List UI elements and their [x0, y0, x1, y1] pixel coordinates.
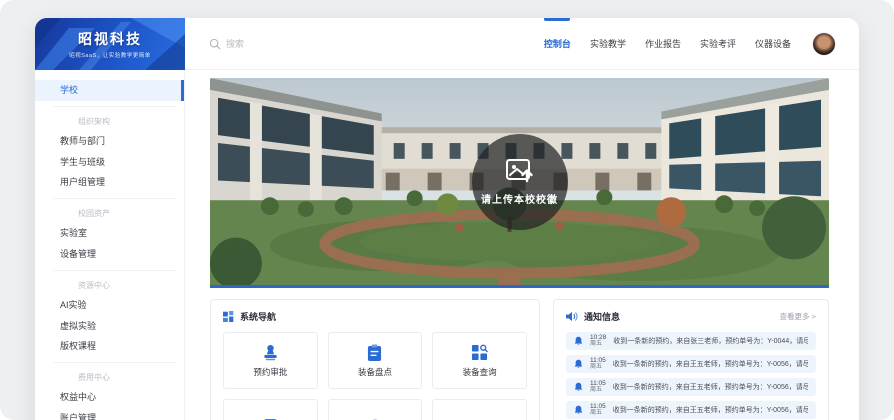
sidebar-item[interactable]: 权益中心	[35, 387, 184, 408]
search-box[interactable]	[209, 38, 336, 50]
sidebar-item[interactable]: AI实验	[35, 295, 184, 316]
nav-card-partial[interactable]	[432, 399, 527, 420]
notice-time: 11:05 周五	[590, 403, 606, 417]
dashboard-panels: 系统导航 预约审批	[210, 299, 829, 420]
nav-card-partial[interactable]	[328, 399, 423, 420]
brand-tagline: 昭视SaaS，让实验教学更简单	[69, 51, 150, 59]
system-nav-header: 系统导航	[223, 310, 527, 323]
sidebar-item[interactable]: 账户管理	[35, 408, 184, 420]
notification-row[interactable]: 11:05 周五 收到一条新的预约，来自王五老师，预约单号为：Y-0056，请尽…	[566, 378, 816, 396]
sidebar-item[interactable]: 学校	[35, 80, 184, 101]
sidebar-item[interactable]: 教师与部门	[35, 131, 184, 152]
app-window: 昭视科技 昭视SaaS，让实验教学更简单 控制台实验教学作业报告实验考评仪器设备…	[35, 18, 859, 420]
user-avatar[interactable]	[813, 33, 835, 55]
nav-card-inventory[interactable]: 装备盘点	[328, 332, 423, 389]
notifications-panel: 通知信息 查看更多 > 10:28 周五 收到一条新的预约，来自张三老师，预约单…	[553, 299, 829, 420]
sidebar-section-label: 校园资产	[53, 198, 176, 223]
nav-card-label: 装备查询	[463, 366, 497, 378]
image-upload-icon	[505, 158, 535, 184]
nav-card-partial[interactable]	[223, 399, 318, 420]
nav-card-grid: 预约审批 装备盘点	[223, 332, 527, 420]
upload-school-badge-button[interactable]: 请上传本校校徽	[472, 134, 568, 230]
notification-row[interactable]: 11:05 周五 收到一条新的预约，来自王五老师，预约单号为：Y-0056，请尽…	[566, 355, 816, 373]
nav-tab[interactable]: 控制台	[544, 18, 571, 70]
brand-logo[interactable]: 昭视科技 昭视SaaS，让实验教学更简单	[35, 18, 185, 70]
notification-row[interactable]: 10:28 周五 收到一条新的预约，来自张三老师，预约单号为：Y-0044，请尽…	[566, 332, 816, 350]
notification-row[interactable]: 11:05 周五 收到一条新的预约，来自王五老师，预约单号为：Y-0056，请尽…	[566, 401, 816, 419]
notice-message: 收到一条新的预约，来自张三老师，预约单号为：Y-0044，请尽快处理。	[613, 336, 808, 346]
sidebar-item[interactable]: 学生与班级	[35, 152, 184, 173]
notice-message: 收到一条新的预约，来自王五老师，预约单号为：Y-0056，请尽快处理。	[613, 405, 808, 415]
speaker-icon	[566, 311, 578, 322]
sidebar-menu: 学校组织架构教师与部门学生与班级用户组管理校园资产实验室设备管理资源中心AI实验…	[35, 70, 185, 420]
search-icon	[209, 38, 221, 50]
upload-hint-text: 请上传本校校徽	[481, 191, 558, 206]
bell-icon	[574, 405, 583, 415]
nav-tab[interactable]: 实验考评	[700, 18, 736, 70]
screenshot-root: 昭视科技 昭视SaaS，让实验教学更简单 控制台实验教学作业报告实验考评仪器设备…	[0, 0, 894, 420]
sidebar-item[interactable]: 实验室	[35, 223, 184, 244]
header: 控制台实验教学作业报告实验考评仪器设备	[185, 18, 859, 70]
top-bar: 昭视科技 昭视SaaS，让实验教学更简单 控制台实验教学作业报告实验考评仪器设备	[35, 18, 859, 70]
notice-time: 11:05 周五	[590, 357, 606, 371]
system-nav-panel: 系统导航 预约审批	[210, 299, 540, 420]
nav-card-query[interactable]: 装备查询	[432, 332, 527, 389]
view-more-link[interactable]: 查看更多 >	[780, 311, 816, 322]
nav-card-approval[interactable]: 预约审批	[223, 332, 318, 389]
bell-icon	[574, 359, 583, 369]
sidebar-item[interactable]: 虚拟实验	[35, 316, 184, 337]
sidebar-item[interactable]: 版权课程	[35, 336, 184, 357]
sidebar-item[interactable]: 用户组管理	[35, 172, 184, 193]
bell-icon	[574, 336, 583, 346]
notice-message: 收到一条新的预约，来自王五老师，预约单号为：Y-0056，请尽快处理。	[613, 382, 808, 392]
clipboard-icon	[367, 344, 382, 361]
nav-tab[interactable]: 仪器设备	[755, 18, 791, 70]
main-content: 请上传本校校徽 系统导航	[185, 70, 859, 420]
stamp-icon	[262, 344, 279, 361]
bell-icon	[574, 382, 583, 392]
sidebar-section-label: 费用中心	[53, 362, 176, 387]
nav-tab[interactable]: 实验教学	[590, 18, 626, 70]
campus-hero-banner: 请上传本校校徽	[210, 78, 829, 288]
notice-time: 10:28 周五	[590, 334, 606, 348]
app-body: 学校组织架构教师与部门学生与班级用户组管理校园资产实验室设备管理资源中心AI实验…	[35, 70, 859, 420]
sidebar-section-label: 组织架构	[53, 106, 176, 131]
brand-name: 昭视科技	[78, 29, 142, 49]
search-input[interactable]	[226, 39, 336, 49]
nav-card-label: 预约审批	[253, 366, 287, 378]
notice-message: 收到一条新的预约，来自王五老师，预约单号为：Y-0056，请尽快处理。	[613, 359, 808, 369]
notice-time: 11:05 周五	[590, 380, 606, 394]
nav-tabs: 控制台实验教学作业报告实验考评仪器设备	[544, 18, 791, 70]
notifications-header: 通知信息 查看更多 >	[566, 310, 816, 323]
grid-icon	[223, 311, 234, 322]
notifications-title: 通知信息	[584, 310, 620, 323]
grid-search-icon	[471, 344, 488, 361]
system-nav-title: 系统导航	[240, 310, 276, 323]
nav-tab[interactable]: 作业报告	[645, 18, 681, 70]
notice-list: 10:28 周五 收到一条新的预约，来自张三老师，预约单号为：Y-0044，请尽…	[566, 332, 816, 419]
sidebar-section-label: 资源中心	[53, 270, 176, 295]
sidebar-item[interactable]: 设备管理	[35, 244, 184, 265]
nav-card-label: 装备盘点	[358, 366, 392, 378]
